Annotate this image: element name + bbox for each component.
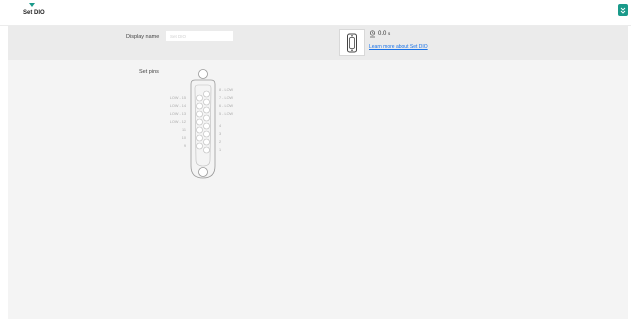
main-panel: Display name 0.0 s Learn more about Set … xyxy=(8,26,628,319)
db-connector-diagram xyxy=(190,69,216,179)
timer-icon xyxy=(369,30,376,38)
right-pin-column xyxy=(203,90,210,154)
pin-9[interactable] xyxy=(196,142,203,150)
pin-label-1: 1 xyxy=(219,148,222,152)
pin-6[interactable] xyxy=(203,106,210,114)
pin-label-9: 9 xyxy=(183,144,186,148)
pin-label-3: 3 xyxy=(219,132,222,136)
device-icon-box xyxy=(339,29,365,56)
connector-device-icon xyxy=(347,33,357,52)
time-number: 0.0 xyxy=(378,31,387,37)
pin-13[interactable] xyxy=(196,110,203,118)
pin-11[interactable] xyxy=(196,126,203,134)
pin-7[interactable] xyxy=(203,98,210,106)
pin-10[interactable] xyxy=(196,134,203,142)
pin-label-8: 8 - LOW xyxy=(219,88,234,92)
pin-label-13: LOW - 13 xyxy=(169,112,186,116)
pin-label-12: LOW - 12 xyxy=(169,120,186,124)
time-unit: s xyxy=(388,31,391,36)
caret-down-icon[interactable] xyxy=(29,3,35,7)
pin-label-5: 5 - LOW xyxy=(219,112,234,116)
pin-4[interactable] xyxy=(203,122,210,130)
left-pin-column xyxy=(196,94,203,150)
pin-1[interactable] xyxy=(203,146,210,154)
double-chevron-down-icon xyxy=(620,7,626,14)
pin-12[interactable] xyxy=(196,118,203,126)
connector-body xyxy=(190,79,216,179)
pin-8[interactable] xyxy=(203,90,210,98)
pin-label-14: LOW - 14 xyxy=(169,104,186,108)
pin-label-4: 4 xyxy=(219,124,222,128)
pin-label-11: 11 xyxy=(182,128,186,132)
set-pins-label: Set pins xyxy=(139,69,159,75)
pin-15[interactable] xyxy=(196,94,203,102)
pin-5[interactable] xyxy=(203,114,210,122)
learn-more-link[interactable]: Learn more about Set DIO xyxy=(369,44,428,50)
page-title: Set DIO xyxy=(23,10,45,16)
pin-3[interactable] xyxy=(203,130,210,138)
properties-band: Display name 0.0 s Learn more about Set … xyxy=(8,26,628,60)
collapse-button[interactable] xyxy=(618,4,628,16)
display-name-input[interactable] xyxy=(166,31,233,41)
pin-14[interactable] xyxy=(196,102,203,110)
pin-label-15: LOW - 15 xyxy=(169,96,186,100)
pin-2[interactable] xyxy=(203,138,210,146)
pin-label-10: 10 xyxy=(181,136,186,140)
pin-label-6: 6 - LOW xyxy=(219,104,234,108)
bottom-screw-icon xyxy=(198,167,208,177)
top-bar: Set DIO xyxy=(0,0,631,26)
top-screw-icon xyxy=(198,69,208,79)
pin-label-2: 2 xyxy=(219,140,222,144)
pin-label-7: 7 - LOW xyxy=(219,96,234,100)
time-value: 0.0 s xyxy=(378,31,390,37)
display-name-label: Display name xyxy=(126,34,160,40)
